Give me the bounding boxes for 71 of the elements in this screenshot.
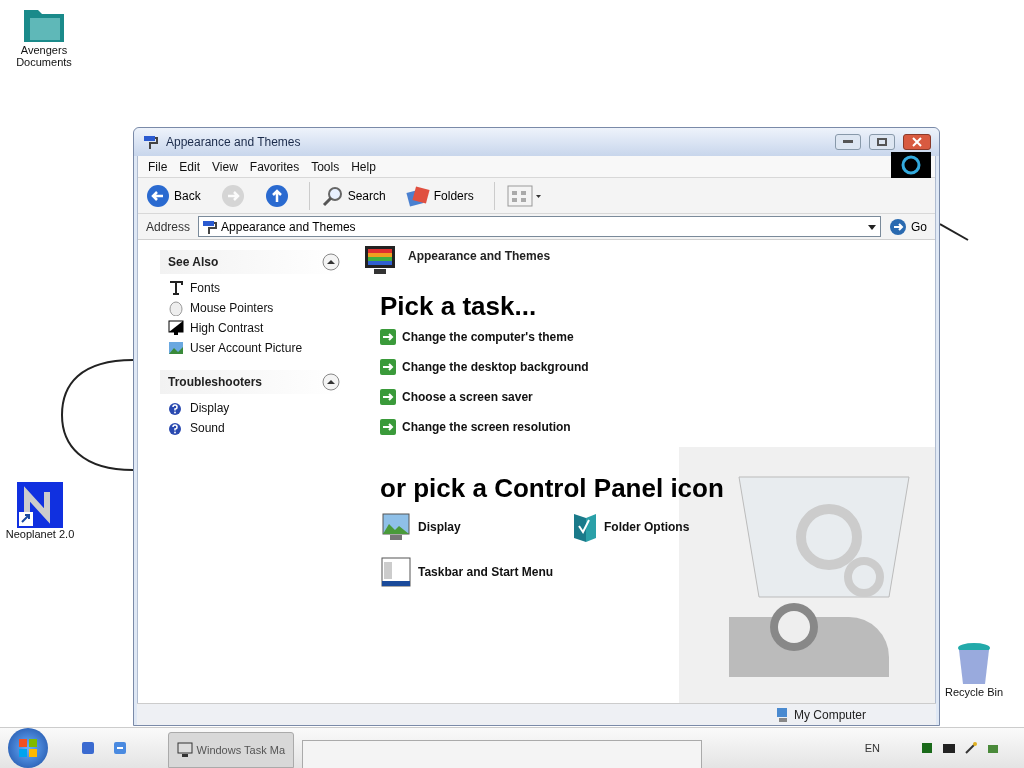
menu-item[interactable]: Favorites xyxy=(243,157,306,176)
computer-icon xyxy=(775,706,790,723)
task-heading: Pick a task... xyxy=(380,290,538,323)
menu-item[interactable]: File xyxy=(142,157,174,176)
back-button[interactable]: Back xyxy=(142,180,205,211)
desktop-icon-label[interactable]: Neoplanet 2.0 xyxy=(5,528,75,540)
category-title: Appearance and Themes xyxy=(408,248,551,265)
maximize-button[interactable] xyxy=(869,134,895,150)
desktop-icon-label[interactable]: Avengers Documents xyxy=(6,44,82,68)
task-link[interactable]: Choose a screen saver xyxy=(402,388,533,406)
help-icon xyxy=(168,400,184,416)
views-icon xyxy=(506,184,543,207)
taskbar-icon xyxy=(380,556,414,588)
recycle-bin-icon xyxy=(956,642,992,686)
sidebar-link[interactable]: Sound xyxy=(190,419,225,437)
control-panel-link[interactable]: Taskbar and Start Menu xyxy=(418,563,554,581)
task-link[interactable]: Change the desktop background xyxy=(402,358,589,376)
app-shortcut-icon xyxy=(17,482,63,528)
maximize-icon xyxy=(877,138,887,146)
paint-roller-icon xyxy=(201,218,218,235)
address-label: Address xyxy=(146,218,191,236)
sidebar-link[interactable]: High Contrast xyxy=(190,319,264,337)
control-panel-link[interactable]: Display xyxy=(418,518,461,536)
windows-logo-icon xyxy=(18,738,38,758)
collapse-chevron-icon[interactable] xyxy=(322,253,340,271)
search-button[interactable]: Search xyxy=(317,180,390,211)
go-button[interactable]: Go xyxy=(889,217,927,236)
close-button[interactable] xyxy=(903,134,931,150)
menu-item[interactable]: View xyxy=(206,157,244,176)
sidebar-link[interactable]: Fonts xyxy=(190,279,220,297)
sidebar-section-header[interactable]: See Also xyxy=(160,250,342,274)
menu-item[interactable]: Tools xyxy=(305,157,346,176)
collapse-chevron-icon[interactable] xyxy=(322,373,340,391)
tray-icon[interactable] xyxy=(942,741,956,755)
help-icon xyxy=(168,420,184,436)
taskbar-button[interactable]: Windows Task Ma xyxy=(168,732,294,768)
sidebar-link[interactable]: Display xyxy=(190,399,230,417)
folders-icon xyxy=(405,184,430,207)
tray-icon[interactable] xyxy=(920,741,934,755)
window-title: Appearance and Themes xyxy=(166,134,301,151)
magic-wand-icon[interactable] xyxy=(964,741,978,755)
sidebar-section-header[interactable]: Troubleshooters xyxy=(160,370,342,394)
minimize-button[interactable] xyxy=(835,134,861,150)
sidebar-link[interactable]: Mouse Pointers xyxy=(190,299,274,317)
task-link[interactable]: Change the computer's theme xyxy=(402,328,574,346)
freehand-curve-drawing xyxy=(940,222,970,242)
start-button[interactable] xyxy=(8,728,48,768)
monitor-icon xyxy=(177,742,193,758)
close-icon xyxy=(912,137,922,147)
landscape-picture-icon xyxy=(168,340,184,356)
font-icon xyxy=(168,280,184,296)
menu-item[interactable]: Edit xyxy=(173,157,207,176)
ring-icon xyxy=(900,153,922,176)
high-contrast-icon xyxy=(168,320,184,336)
task-link[interactable]: Change the screen resolution xyxy=(402,418,571,436)
menu-item[interactable]: Help xyxy=(345,157,382,176)
mouse-icon xyxy=(168,300,184,316)
icon-heading: or pick a Control Panel icon xyxy=(380,472,725,505)
quick-launch-icon[interactable] xyxy=(80,740,96,756)
search-icon xyxy=(321,184,344,207)
desktop-icon-label[interactable]: Recycle Bin xyxy=(944,686,1004,698)
minimize-icon xyxy=(843,140,853,144)
address-field[interactable]: Appearance and Themes xyxy=(198,216,881,237)
status-text: My Computer xyxy=(793,706,866,724)
striped-monitor-icon xyxy=(364,244,396,276)
control-panel-link[interactable]: Folder Options xyxy=(604,518,690,536)
quick-launch-icon[interactable] xyxy=(112,740,128,756)
paint-roller-icon xyxy=(142,134,158,150)
language-indicator[interactable]: EN xyxy=(864,739,880,757)
folders-button[interactable]: Folders xyxy=(401,180,478,211)
sidebar-link[interactable]: User Account Picture xyxy=(190,339,303,357)
